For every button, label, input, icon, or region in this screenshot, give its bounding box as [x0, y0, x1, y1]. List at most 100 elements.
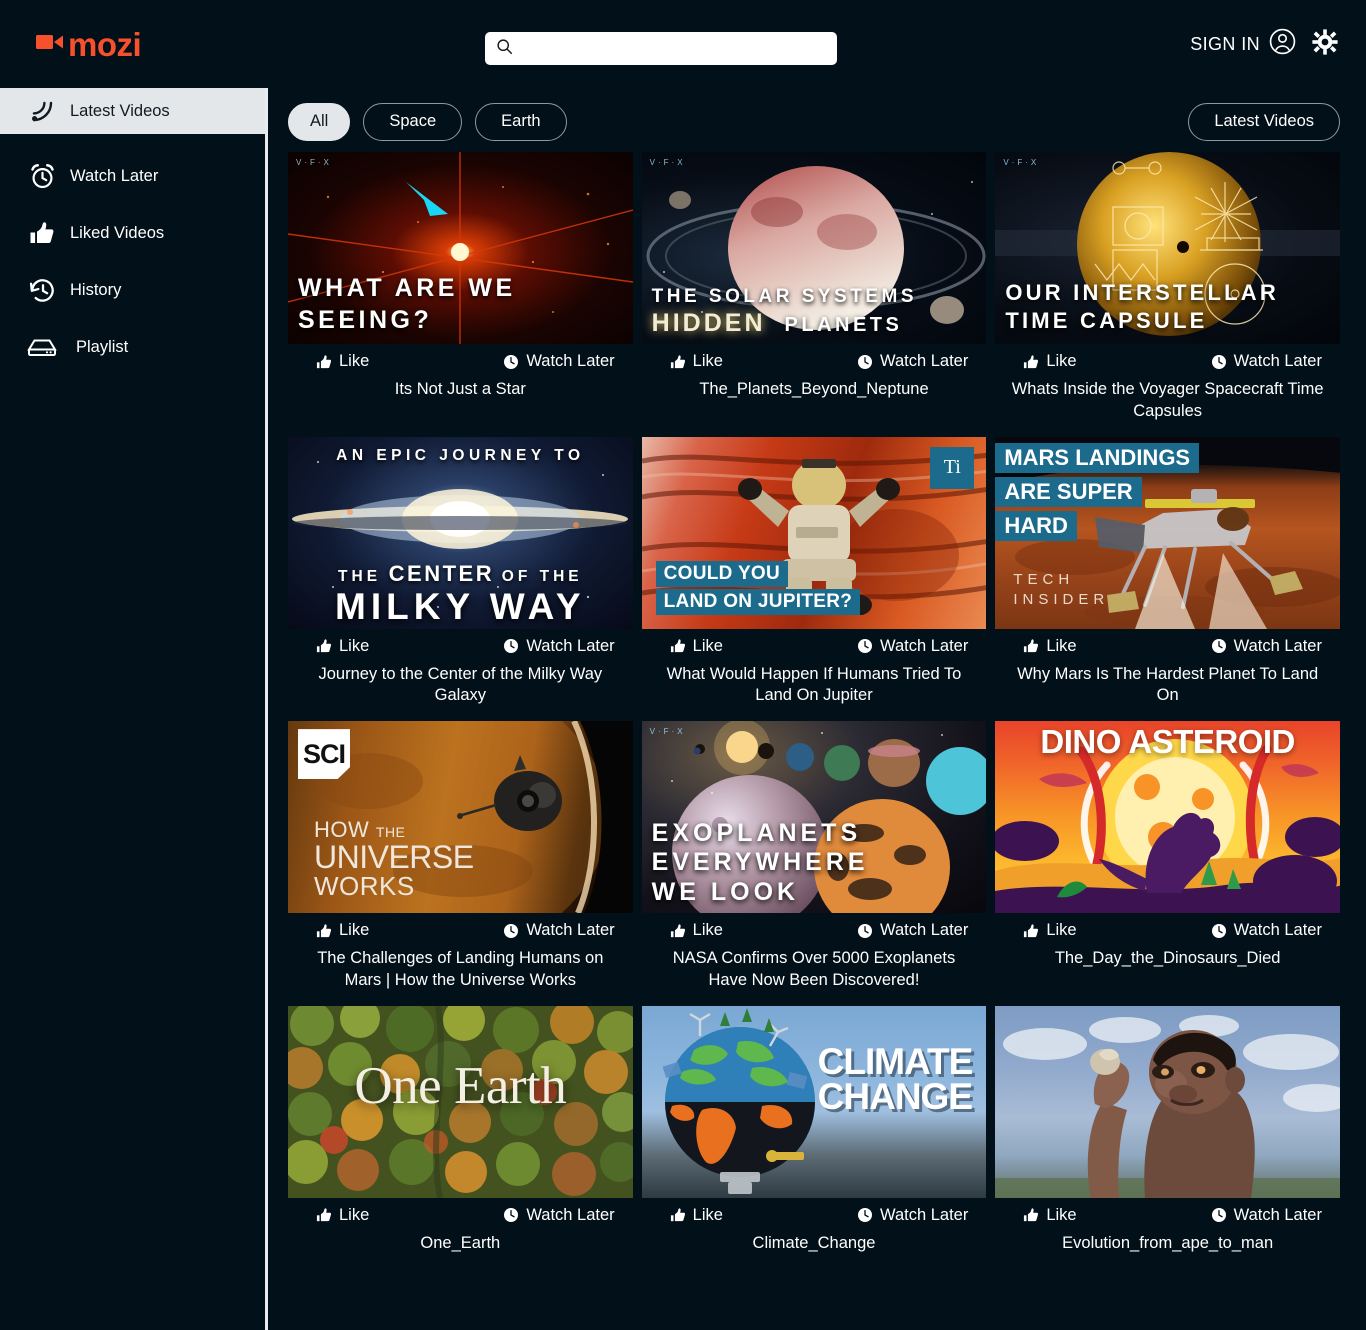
card-actions: Like Watch Later	[995, 344, 1340, 373]
like-button[interactable]: Like	[670, 637, 723, 656]
sidebar-item-playlist[interactable]: Playlist	[0, 324, 265, 370]
sort-latest-videos-button[interactable]: Latest Videos	[1188, 102, 1340, 141]
card-actions: Like Watch Later	[995, 913, 1340, 942]
sidebar-item-liked-videos[interactable]: Liked Videos	[0, 210, 265, 256]
video-title[interactable]: Whats Inside the Voyager Spacecraft Time…	[995, 373, 1340, 433]
like-button[interactable]: Like	[1023, 1205, 1077, 1225]
like-label: Like	[339, 1205, 370, 1224]
video-title[interactable]: Why Mars Is The Hardest Planet To Land O…	[995, 658, 1340, 718]
video-card[interactable]: Ti COULD YOU LAND ON JUPITER? Like Watch…	[641, 436, 987, 718]
video-title[interactable]: The_Day_the_Dinosaurs_Died	[995, 942, 1340, 980]
video-thumbnail[interactable]: V·F·X OUR INTERSTELLAR TIME CAPSULE	[995, 152, 1340, 344]
video-card[interactable]: DINO ASTEROID Like Watch Later The_Day_t…	[995, 721, 1340, 1002]
watch-later-button[interactable]: Watch Later	[857, 1206, 968, 1225]
like-label: Like	[1046, 1205, 1077, 1224]
watch-later-button[interactable]: Watch Later	[857, 921, 968, 940]
watch-later-button[interactable]: Watch Later	[857, 352, 968, 371]
filter-chip-space[interactable]: Space	[363, 102, 463, 141]
like-button[interactable]: Like	[316, 921, 369, 940]
settings-button[interactable]	[1312, 28, 1338, 60]
search-icon	[496, 38, 513, 60]
video-thumbnail[interactable]: MARS LANDINGS ARE SUPER HARD TECH INSIDE…	[995, 436, 1340, 629]
like-button[interactable]: Like	[670, 352, 723, 371]
video-thumbnail[interactable]	[995, 1005, 1340, 1198]
like-label: Like	[692, 636, 723, 655]
video-card[interactable]: Like Watch Later Evolution_from_ape_to_m…	[995, 1005, 1340, 1265]
video-grid: V·F·X WHAT ARE WE SEEING? Like Watch Lat…	[288, 152, 1340, 1264]
watch-later-button[interactable]: Watch Later	[1211, 921, 1322, 940]
watch-later-button[interactable]: Watch Later	[857, 637, 968, 656]
video-title[interactable]: The Challenges of Landing Humans on Mars…	[288, 942, 633, 1002]
watch-later-button[interactable]: Watch Later	[1211, 1206, 1322, 1225]
watch-later-button[interactable]: Watch Later	[1211, 637, 1322, 656]
watch-later-button[interactable]: Watch Later	[503, 636, 615, 656]
video-thumbnail[interactable]: AN EPIC JOURNEY TO THE CENTER OF THE MIL…	[288, 436, 633, 629]
watch-later-button[interactable]: Watch Later	[503, 1206, 615, 1225]
card-actions: Like Watch Later	[642, 1198, 987, 1227]
channel-watermark: V·F·X	[649, 727, 686, 737]
video-card[interactable]: V·F·X WHAT ARE WE SEEING? Like Watch Lat…	[288, 152, 633, 433]
watch-later-button[interactable]: Watch Later	[503, 921, 615, 940]
like-button[interactable]: Like	[316, 637, 369, 656]
search-input[interactable]	[522, 40, 822, 57]
video-title[interactable]: NASA Confirms Over 5000 Exoplanets Have …	[642, 942, 987, 1002]
video-title[interactable]: Journey to the Center of the Milky Way G…	[288, 658, 633, 718]
sidebar-item-label: History	[70, 280, 122, 299]
like-label: Like	[339, 352, 370, 370]
filter-chip-all[interactable]: All	[288, 102, 351, 141]
brand-logo[interactable]: mozi	[36, 28, 142, 61]
watch-later-button[interactable]: Watch Later	[503, 352, 615, 371]
like-button[interactable]: Like	[670, 1206, 723, 1225]
video-title[interactable]: Climate_Change	[642, 1227, 987, 1265]
card-actions: Like Watch Later	[642, 629, 987, 658]
thumbs-up-icon	[14, 220, 70, 246]
thumbs-up-icon	[1024, 923, 1039, 937]
watch-later-button[interactable]: Watch Later	[1211, 352, 1322, 371]
like-button[interactable]: Like	[1023, 637, 1077, 656]
sign-in-button[interactable]: SIGN IN	[1190, 28, 1296, 60]
sidebar-item-latest-videos[interactable]: Latest Videos	[0, 88, 265, 134]
video-thumbnail[interactable]: CLIMATE CHANGE	[641, 1005, 987, 1198]
watch-later-label: Watch Later	[526, 636, 615, 655]
like-button[interactable]: Like	[670, 921, 723, 940]
top-header: mozi SIGN IN	[0, 0, 1366, 88]
like-button[interactable]: Like	[316, 1206, 369, 1225]
sidebar-item-watch-later[interactable]: Watch Later	[0, 153, 265, 199]
video-card[interactable]: One Earth Like Watch Later One_Earth	[288, 1005, 633, 1265]
clock-icon	[1211, 923, 1226, 938]
watch-later-label: Watch Later	[1233, 636, 1322, 655]
video-thumbnail[interactable]: V·F·X EXOPLANETS EVERYWHERE WE LOOK	[641, 721, 987, 914]
video-card[interactable]: V·F·X THE SOLAR SYSTEMS HIDDEN PLANETS L…	[641, 152, 987, 433]
filter-chip-earth[interactable]: Earth	[475, 102, 567, 141]
history-clock-icon	[14, 277, 70, 304]
sidebar-item-history[interactable]: History	[0, 267, 265, 313]
clock-icon	[1211, 354, 1226, 369]
video-title[interactable]: What Would Happen If Humans Tried To Lan…	[642, 658, 987, 718]
video-card[interactable]: CLIMATE CHANGE Like Watch Later Climate_…	[641, 1005, 987, 1265]
like-button[interactable]: Like	[316, 352, 369, 371]
thumbnail-text: OUR INTERSTELLAR TIME CAPSULE	[1005, 279, 1279, 334]
watch-later-label: Watch Later	[879, 1205, 969, 1224]
thumbs-up-icon	[670, 923, 685, 937]
video-title[interactable]: The_Planets_Beyond_Neptune	[642, 373, 987, 411]
video-title[interactable]: One_Earth	[288, 1227, 633, 1265]
video-card[interactable]: AN EPIC JOURNEY TO THE CENTER OF THE MIL…	[288, 436, 633, 718]
video-card[interactable]: V·F·X OUR INTERSTELLAR TIME CAPSULE Like …	[995, 152, 1340, 433]
video-thumbnail[interactable]: V·F·X WHAT ARE WE SEEING?	[288, 152, 633, 344]
video-thumbnail[interactable]: Ti COULD YOU LAND ON JUPITER?	[641, 436, 987, 629]
video-title[interactable]: Evolution_from_ape_to_man	[995, 1227, 1340, 1265]
video-thumbnail[interactable]: DINO ASTEROID	[995, 721, 1340, 914]
video-title[interactable]: Its Not Just a Star	[288, 373, 633, 411]
video-card[interactable]: SCI HOW THE UNIVERSE WORKS Like Watch La…	[288, 721, 633, 1002]
like-button[interactable]: Like	[1023, 352, 1077, 371]
video-card[interactable]: V·F·X EXOPLANETS EVERYWHERE WE LOOK Like W…	[641, 721, 987, 1002]
search-bar[interactable]	[485, 32, 837, 65]
like-button[interactable]: Like	[1023, 921, 1077, 940]
video-thumbnail[interactable]: One Earth	[288, 1005, 633, 1198]
like-label: Like	[1046, 352, 1077, 370]
thumbnail-text: COULD YOU LAND ON JUPITER?	[655, 560, 861, 615]
channel-watermark: V·F·X	[1003, 158, 1040, 167]
video-thumbnail[interactable]: SCI HOW THE UNIVERSE WORKS	[288, 721, 633, 914]
video-card[interactable]: MARS LANDINGS ARE SUPER HARD TECH INSIDE…	[995, 436, 1340, 718]
video-thumbnail[interactable]: V·F·X THE SOLAR SYSTEMS HIDDEN PLANETS	[641, 152, 987, 344]
